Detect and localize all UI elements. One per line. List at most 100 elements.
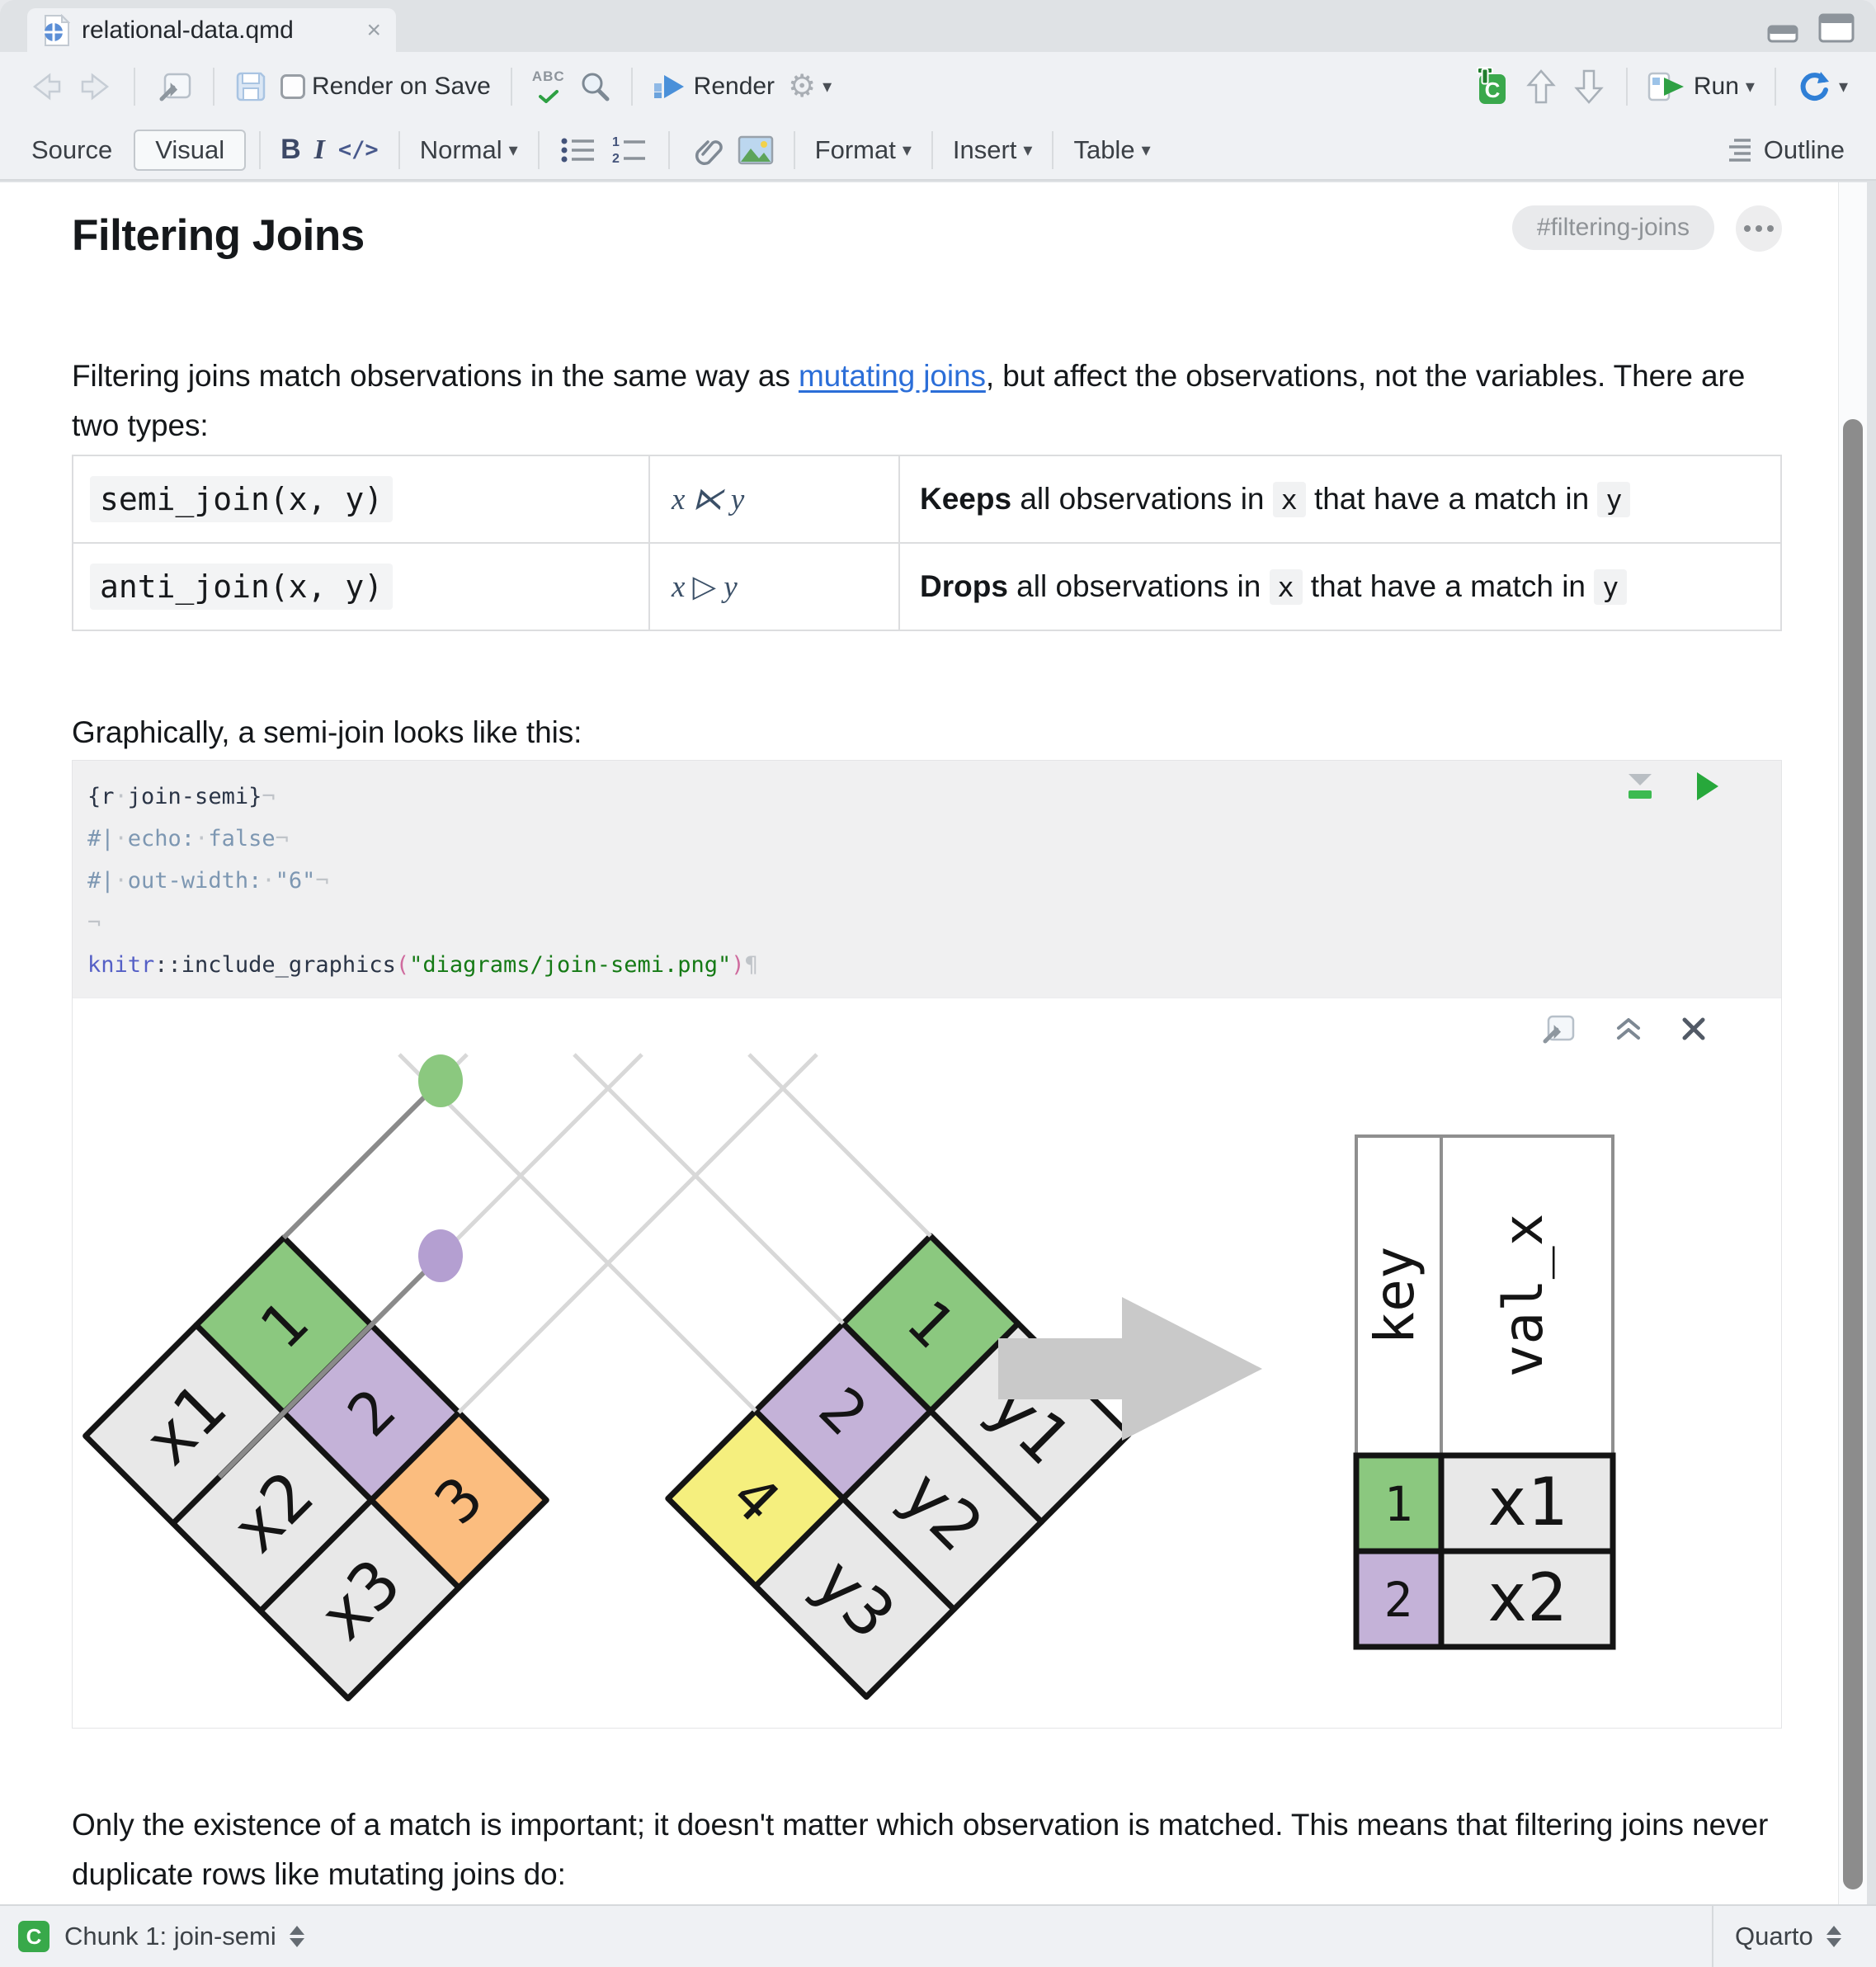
bullet-list-icon <box>561 138 594 162</box>
up-arrow-icon <box>1526 68 1556 103</box>
block-format-dropdown[interactable]: Normal ▾ <box>413 135 525 165</box>
run-icon <box>1647 72 1684 101</box>
refresh-source-icon <box>1800 71 1829 101</box>
result-header-key-label: key <box>1363 1246 1426 1344</box>
toolbar-separator <box>398 130 400 169</box>
triangle-down-icon <box>289 1938 304 1947</box>
document-mode-selector[interactable]: Quarto <box>1712 1906 1876 1967</box>
vertical-scrollbar[interactable] <box>1838 182 1867 1906</box>
toolbar-separator <box>134 67 135 106</box>
result-key-label: 1 <box>1384 1476 1413 1532</box>
save-icon <box>236 72 266 101</box>
caret-down-icon: ▾ <box>508 139 518 160</box>
chunk-header-line: {r·join-semi}¬ <box>87 784 276 809</box>
ellipsis-icon <box>1756 225 1762 232</box>
find-replace-button[interactable] <box>572 70 618 103</box>
insert-menu[interactable]: Insert ▾ <box>946 135 1039 165</box>
checkbox-unchecked[interactable] <box>280 73 305 99</box>
tab-strip: relational-data.qmd × <box>0 0 1876 52</box>
anti-join-notation: x ▷ y <box>672 570 738 604</box>
table-menu[interactable]: Table ▾ <box>1067 135 1157 165</box>
ellipsis-icon <box>1767 225 1774 232</box>
insert-chunk-button[interactable]: C <box>1463 66 1517 107</box>
tab-relational-data[interactable]: relational-data.qmd × <box>27 8 396 52</box>
insert-chunk-icon: C <box>1476 66 1506 104</box>
insert-link-button[interactable] <box>683 133 731 167</box>
rstudio-source-pane: relational-data.qmd × Render on Save ABC… <box>0 0 1876 1967</box>
run-label: Run <box>1693 72 1739 100</box>
insert-image-button[interactable] <box>731 135 780 165</box>
format-menu[interactable]: Format ▾ <box>808 135 918 165</box>
tab-title: relational-data.qmd <box>82 16 294 44</box>
toolbar-separator <box>931 130 933 169</box>
save-button[interactable] <box>228 70 274 103</box>
run-chunks-above-icon[interactable] <box>1621 769 1659 804</box>
editor-canvas[interactable]: Filtering Joins #filtering-joins Filteri… <box>0 182 1838 1906</box>
render-icon <box>653 74 684 98</box>
maximize-pane-icon[interactable] <box>1818 13 1855 43</box>
show-in-new-window-icon[interactable] <box>1539 1012 1577 1046</box>
page-title: Filtering Joins <box>72 211 365 260</box>
collapse-output-icon[interactable] <box>1613 1016 1644 1042</box>
render-label: Render <box>693 72 775 100</box>
toolbar-separator <box>1774 67 1776 106</box>
back-arrow-icon <box>32 72 61 101</box>
spellcheck-button[interactable]: ABC <box>526 69 572 103</box>
bullet-list-button[interactable] <box>553 134 604 166</box>
run-previous-chunks-button[interactable] <box>1517 68 1565 106</box>
scrollbar-thumb[interactable] <box>1843 419 1863 1889</box>
tab-close-icon[interactable]: × <box>366 17 381 43</box>
toolbar-separator <box>1052 130 1054 169</box>
status-bar: C Chunk 1: join-semi Quarto <box>0 1904 1876 1967</box>
render-on-save-label: Render on Save <box>312 72 491 100</box>
gear-icon: ⚙ <box>788 68 817 104</box>
result-table: key val_x 1 x1 2 x2 <box>1353 1134 1616 1650</box>
visual-mode-tab[interactable]: Visual <box>134 129 247 171</box>
outline-icon <box>1728 138 1751 162</box>
forward-button[interactable] <box>71 71 120 102</box>
mutating-joins-link[interactable]: mutating joins <box>799 359 986 393</box>
source-document-button[interactable]: ▾ <box>1789 70 1855 103</box>
run-next-chunk-button[interactable] <box>1565 68 1613 106</box>
toolbar-separator <box>793 130 795 169</box>
chunk-navigation-button[interactable] <box>289 1926 304 1947</box>
result-val-label: x1 <box>1487 1464 1567 1540</box>
toolbar-separator <box>510 67 512 106</box>
graphically-paragraph: Graphically, a semi-join looks like this… <box>72 715 582 749</box>
semi-join-code: semi_join(x, y) <box>90 476 394 522</box>
run-button[interactable]: Run ▾ <box>1641 71 1761 102</box>
toolbar-separator <box>667 130 670 169</box>
mode-label: Quarto <box>1735 1922 1813 1950</box>
toolbar-separator <box>213 67 214 106</box>
bold-button[interactable]: B <box>274 134 308 166</box>
numbered-list-button[interactable]: 1 2 <box>604 134 655 166</box>
caret-down-icon: ▾ <box>1023 139 1033 160</box>
render-on-save-checkbox[interactable]: Render on Save <box>274 73 497 101</box>
outline-toggle[interactable]: Outline <box>1724 135 1845 165</box>
chunk-option-out-width: #|·out-width:·"6"¬ <box>87 868 329 894</box>
back-button[interactable] <box>21 71 71 102</box>
semi-join-notation: x ⋉ y <box>672 483 745 517</box>
triangle-up-icon <box>1826 1926 1841 1935</box>
spellcheck-abc-icon: ABC <box>531 68 565 84</box>
match-dot-purple <box>418 1229 463 1282</box>
ellipsis-icon <box>1744 225 1751 232</box>
code-button[interactable]: </> <box>332 137 385 163</box>
render-options-button[interactable]: ⚙ ▾ <box>781 71 838 102</box>
table-row-anti-join: anti_join(x, y) x ▷ y Drops all observat… <box>72 542 1782 631</box>
match-dot-green <box>418 1054 463 1107</box>
render-button[interactable]: Render <box>646 72 781 101</box>
open-in-new-window-button[interactable] <box>148 69 200 104</box>
section-options-button[interactable] <box>1736 205 1782 252</box>
italic-button[interactable]: I <box>308 134 332 166</box>
chunk-editor[interactable]: {r·join-semi}¬ #|·echo:·false¬ #|·out-wi… <box>73 761 1781 998</box>
run-chunk-icon[interactable] <box>1694 771 1720 802</box>
anti-join-code: anti_join(x, y) <box>90 564 394 610</box>
caret-down-icon: ▾ <box>1838 75 1848 97</box>
chunk-status-label: Chunk 1: join-semi <box>64 1922 276 1950</box>
close-output-icon[interactable] <box>1680 1016 1707 1042</box>
minimize-pane-icon[interactable] <box>1767 20 1798 43</box>
outline-label: Outline <box>1763 134 1845 164</box>
caret-down-icon: ▾ <box>1141 139 1151 160</box>
source-mode-tab[interactable]: Source <box>31 135 112 165</box>
